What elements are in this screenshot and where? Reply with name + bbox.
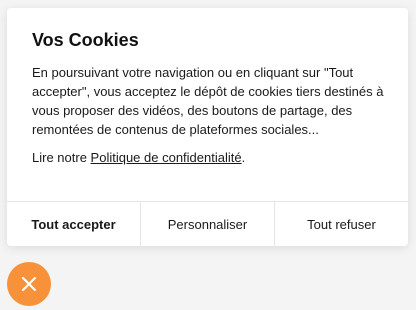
privacy-policy-link[interactable]: Politique de confidentialité [91, 150, 242, 165]
privacy-prefix: Lire notre [32, 150, 91, 165]
close-button[interactable] [7, 262, 51, 306]
page: Vos Cookies En poursuivant votre navigat… [0, 0, 416, 310]
customize-button[interactable]: Personnaliser [141, 202, 275, 246]
privacy-suffix: . [241, 150, 246, 165]
cookie-actions: Tout accepter Personnaliser Tout refuser [7, 201, 408, 246]
cookie-consent-content: Vos Cookies En poursuivant votre navigat… [7, 8, 408, 167]
privacy-notice: Lire notre Politique de confidentialité. [32, 148, 384, 167]
cookie-description: En poursuivant votre navigation ou en cl… [32, 65, 384, 137]
cookie-title: Vos Cookies [32, 30, 139, 50]
close-icon [21, 276, 37, 292]
refuse-all-button[interactable]: Tout refuser [275, 202, 408, 246]
accept-all-button[interactable]: Tout accepter [7, 202, 141, 246]
cookie-consent-panel: Vos Cookies En poursuivant votre navigat… [7, 8, 408, 246]
